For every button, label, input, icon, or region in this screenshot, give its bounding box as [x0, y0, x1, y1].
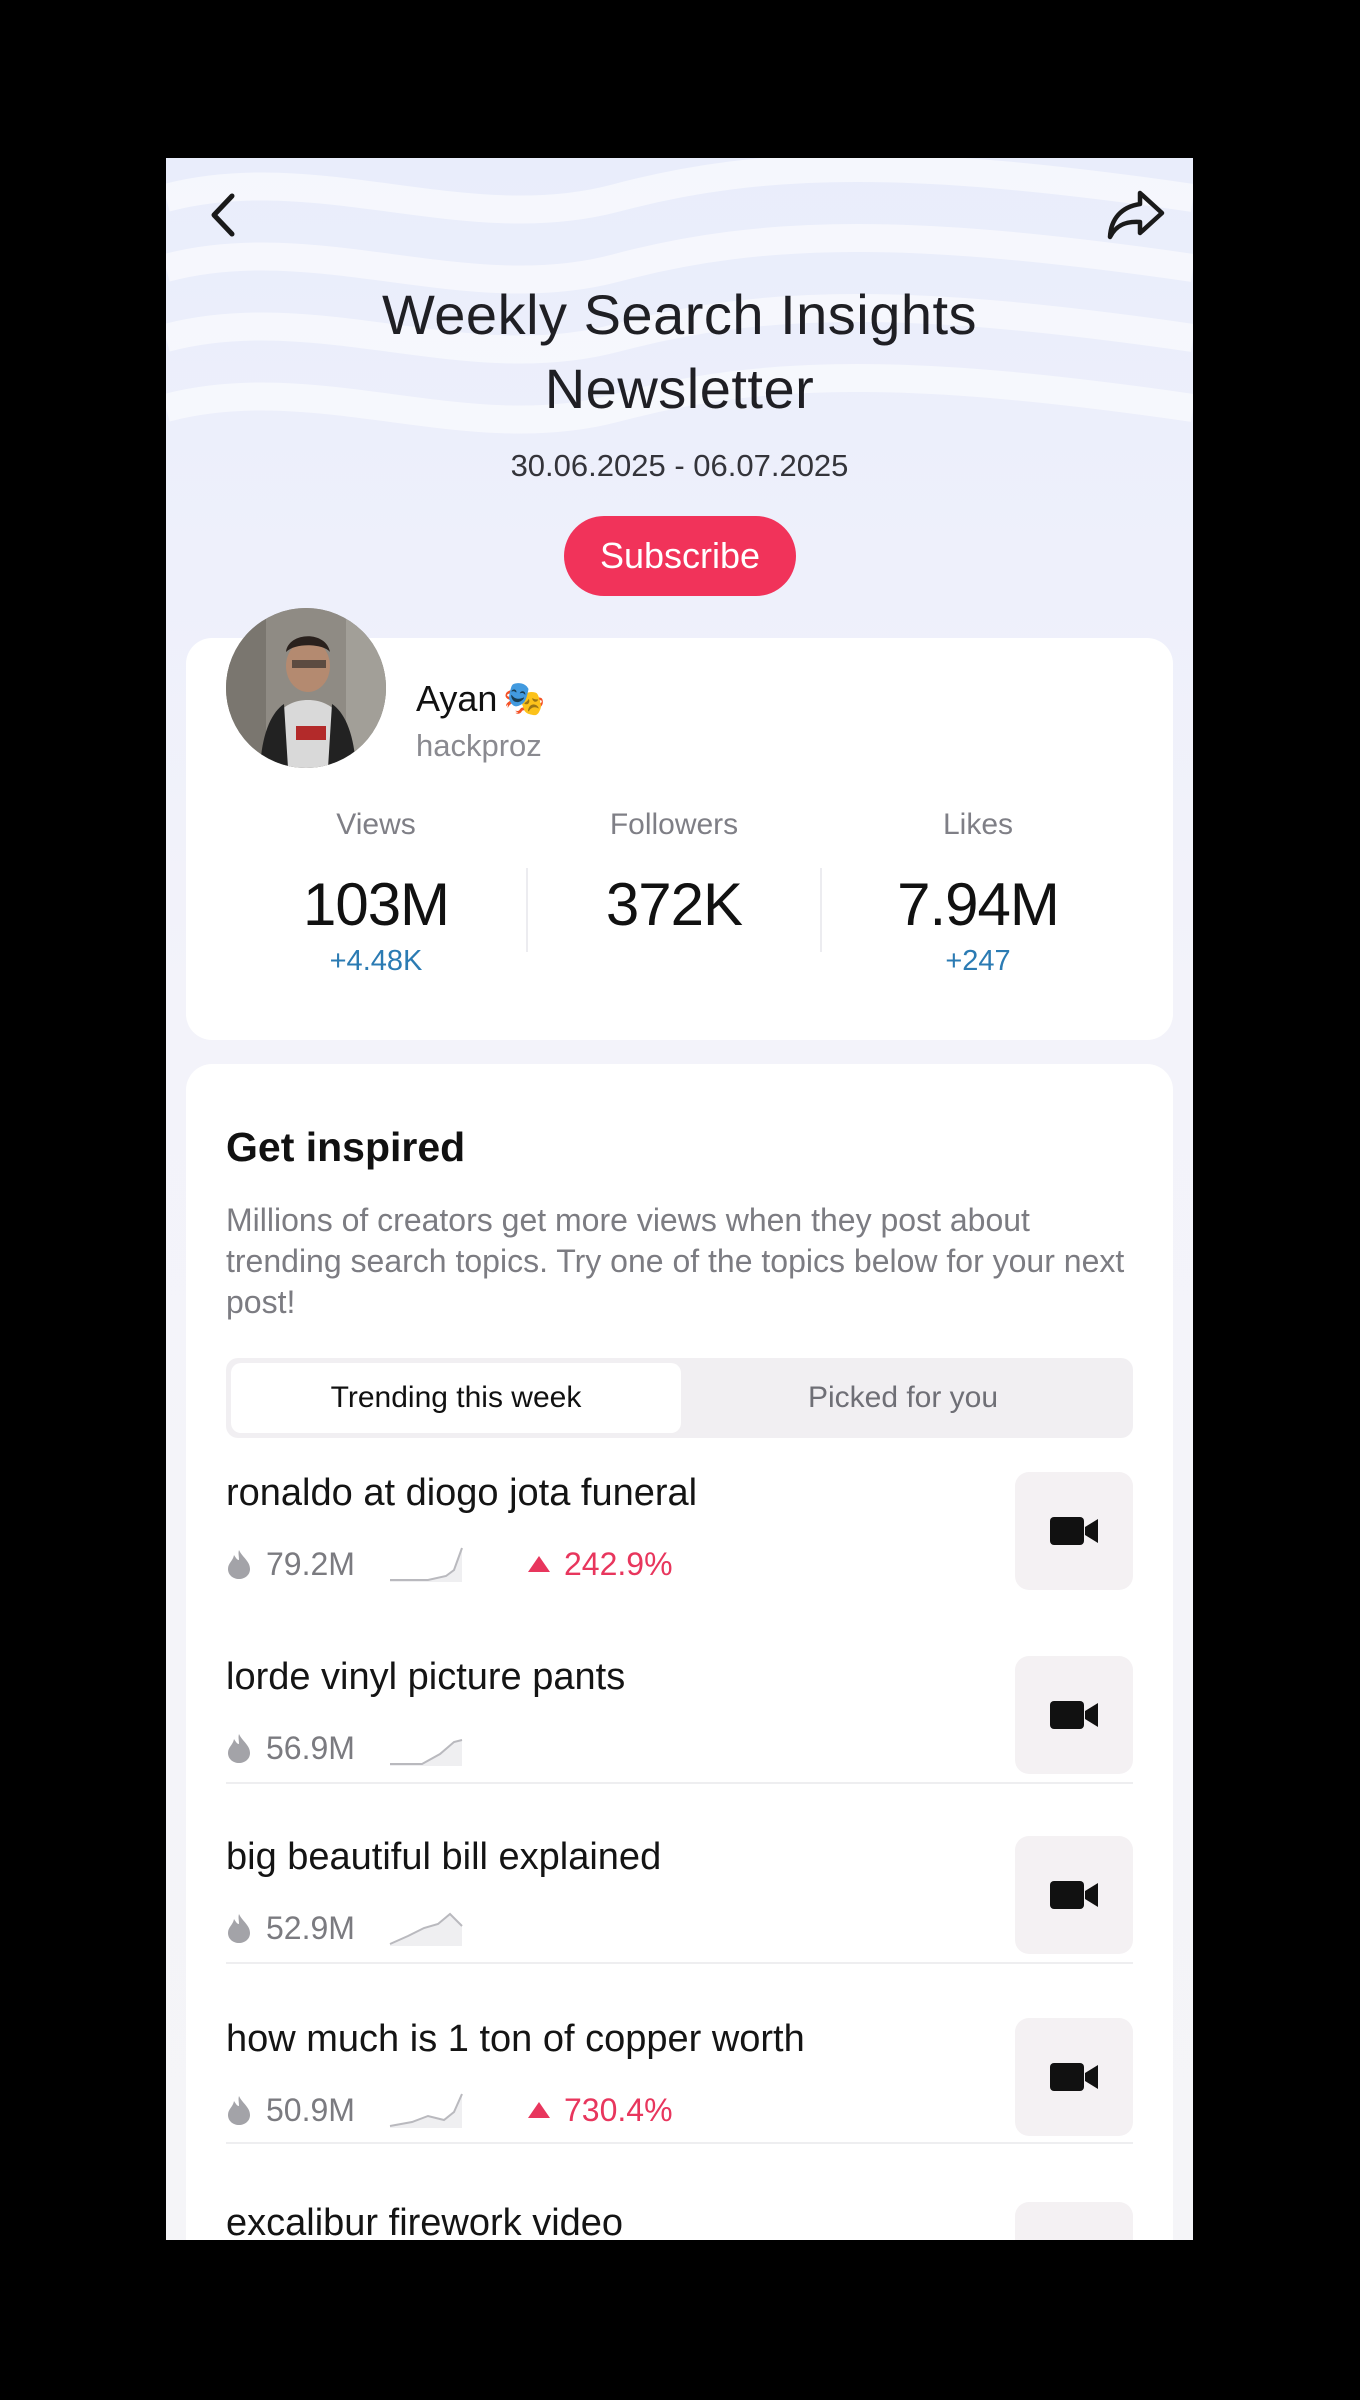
topic-meta: 56.9M [226, 1728, 464, 1768]
profile-card: Ayan 🎭 hackproz Views 103M +4.48K Follow… [186, 608, 1173, 1040]
stat-value: 372K [605, 871, 743, 938]
topic-search-count: 52.9M [266, 1909, 355, 1946]
get-inspired-card: Get inspired Millions of creators get mo… [186, 1064, 1173, 2240]
share-arrow-icon [1107, 190, 1165, 240]
create-video-button[interactable] [1015, 1836, 1133, 1954]
topic-search-count: 56.9M [266, 1729, 355, 1766]
flame-icon [228, 1550, 250, 1579]
date-range: 30.06.2025 - 06.07.2025 [510, 448, 849, 483]
tab-trending-this-week[interactable]: Trending this week [231, 1363, 681, 1433]
stat-delta: +4.48K [329, 945, 423, 977]
topic-title: big beautiful bill explained [226, 1836, 662, 1878]
create-video-button[interactable] [1015, 1472, 1133, 1590]
flame-icon [228, 2096, 250, 2125]
topic-item[interactable]: how much is 1 ton of copper worth 50.9M … [226, 2018, 1133, 2198]
topic-title: lorde vinyl picture pants [226, 1656, 626, 1698]
topic-title: excalibur firework video [226, 2202, 624, 2240]
chevron-left-icon [211, 193, 235, 237]
tab-picked-for-you[interactable]: Picked for you [678, 1363, 1128, 1433]
share-button[interactable] [1101, 180, 1171, 250]
stat-label: Followers [609, 808, 739, 841]
topic-item[interactable]: lorde vinyl picture pants 56.9M [226, 1656, 1133, 1836]
trend-sparkline [389, 2093, 463, 2128]
trend-change: 242.9% [528, 1546, 673, 1583]
profile-name-row: Ayan 🎭 [416, 678, 546, 720]
stat-label: Likes [942, 808, 1014, 841]
profile-name: Ayan [416, 678, 498, 719]
topic-meta: 50.9M 730.4% [226, 2090, 673, 2130]
avatar[interactable] [226, 608, 386, 768]
topic-search-count: 79.2M [266, 1545, 355, 1582]
app-screen: Weekly Search Insights Newsletter 30.06.… [166, 158, 1193, 2240]
topic-tabs: Trending this week Picked for you [226, 1358, 1133, 1438]
create-video-button[interactable] [1015, 1656, 1133, 1774]
topic-item[interactable]: ronaldo at diogo jota funeral 79.2M 242.… [226, 1472, 1133, 1652]
topic-meta: 79.2M 242.9% [226, 1544, 673, 1584]
stat-value: 7.94M [897, 871, 1060, 938]
video-camera-icon [1050, 1881, 1098, 1909]
trend-sparkline [390, 1547, 463, 1582]
theater-masks-icon: 🎭 [503, 680, 546, 718]
back-button[interactable] [188, 180, 258, 250]
trend-change-value: 730.4% [564, 2091, 673, 2128]
page-title-line2: Newsletter [544, 357, 815, 420]
section-description: Millions of creators get more views when… [226, 1202, 1125, 1320]
create-video-button[interactable] [1015, 2018, 1133, 2136]
topic-meta: 52.9M [226, 1908, 464, 1948]
profile-handle: hackproz [416, 728, 542, 763]
page-title: Weekly Search Insights Newsletter [166, 278, 1193, 426]
topic-item[interactable]: big beautiful bill explained 52.9M [226, 1836, 1133, 2016]
topic-search-count: 50.9M [266, 2091, 355, 2128]
stat-views: Views 103M +4.48K [226, 808, 526, 978]
trend-up-icon [528, 2102, 550, 2118]
video-camera-icon [1050, 1701, 1098, 1729]
topic-item[interactable]: excalibur firework video [226, 2202, 1133, 2240]
stat-followers: Followers 372K [524, 808, 824, 945]
topic-title: ronaldo at diogo jota funeral [226, 1472, 698, 1514]
stat-divider [820, 868, 822, 952]
trend-sparkline [389, 1912, 463, 1946]
flame-icon [228, 1734, 250, 1763]
stat-label: Views [336, 808, 416, 841]
video-camera-icon [1050, 2063, 1098, 2091]
stat-likes: Likes 7.94M +247 [828, 808, 1128, 978]
trend-up-icon [528, 1556, 550, 1572]
flame-icon [228, 1914, 250, 1943]
video-camera-icon [1050, 1517, 1098, 1545]
topic-title: how much is 1 ton of copper worth [226, 2018, 805, 2060]
trend-sparkline [390, 1739, 463, 1766]
create-video-button[interactable] [1015, 2202, 1133, 2240]
trend-change-value: 242.9% [564, 1545, 673, 1582]
avatar-photo [226, 608, 386, 768]
section-title: Get inspired [226, 1124, 466, 1170]
stat-delta: +247 [945, 945, 1011, 977]
stat-value: 103M [302, 871, 450, 938]
subscribe-button[interactable]: Subscribe [564, 516, 796, 596]
trend-change: 730.4% [528, 2092, 673, 2129]
page-title-line1: Weekly Search Insights [381, 283, 978, 346]
